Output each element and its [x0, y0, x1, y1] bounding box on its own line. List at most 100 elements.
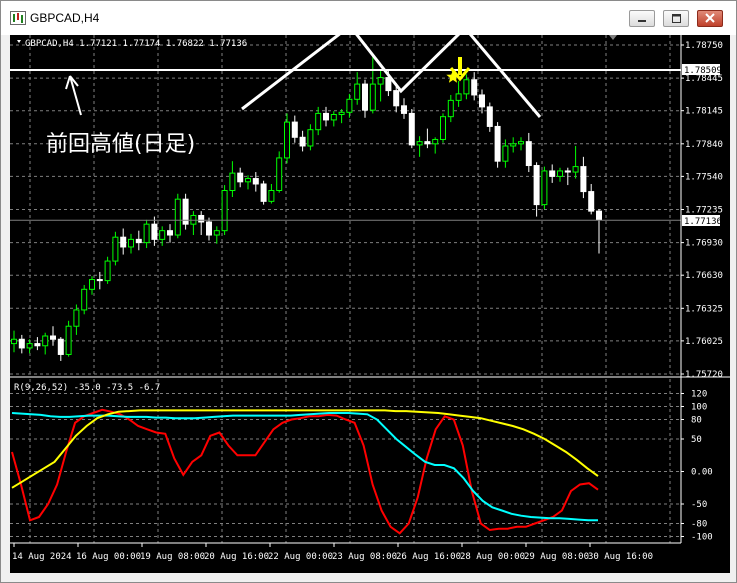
price-tick-label: 1.77840	[685, 140, 723, 150]
candle-body	[198, 214, 205, 223]
price-tick-label: 1.77540	[685, 172, 723, 182]
time-tick-label: 19 Aug 08:00	[140, 552, 205, 562]
svg-text:1.77136: 1.77136	[684, 217, 722, 227]
price-tick-label: 1.78750	[685, 41, 723, 51]
candle-body	[229, 172, 236, 191]
candle-body	[120, 236, 127, 248]
symbol-info: GBPCAD,H4 1.77121 1.77174 1.76822 1.7713…	[25, 39, 247, 49]
candle-body	[57, 338, 64, 355]
candle-body	[440, 116, 446, 140]
candle-body	[73, 309, 80, 327]
shift-marker-icon[interactable]	[609, 35, 617, 40]
candle-body	[11, 338, 17, 345]
candle-body	[557, 170, 563, 177]
candle-body	[549, 170, 556, 177]
candle-body	[50, 335, 56, 340]
candle-body	[291, 121, 298, 138]
time-tick-label: 29 Aug 08:00	[524, 552, 589, 562]
candle-body	[401, 105, 407, 114]
candle-body	[213, 230, 220, 236]
maximize-button[interactable]	[663, 10, 689, 27]
slow-line	[11, 409, 599, 489]
zigzag-drawing[interactable]	[241, 35, 542, 118]
candle-body	[377, 77, 384, 85]
candle-body	[299, 136, 306, 147]
window-title: GBPCAD,H4	[30, 11, 100, 25]
candle-body	[252, 178, 259, 185]
indicator-tick-label: 50	[691, 435, 702, 445]
candle-body	[432, 138, 439, 145]
time-tick-label: 23 Aug 08:00	[332, 552, 397, 562]
time-tick-label: 14 Aug 2024	[12, 552, 72, 562]
candle-body	[81, 288, 88, 311]
candle-body	[159, 230, 166, 240]
candle-body	[369, 83, 376, 111]
candle-body	[245, 178, 251, 183]
restore-icon	[672, 14, 681, 23]
candle-body	[276, 157, 283, 191]
candle-body	[486, 106, 493, 127]
candle-body	[237, 172, 244, 183]
candle-body	[26, 343, 33, 349]
candle-body	[128, 238, 134, 248]
chart-menu-icon[interactable]	[17, 40, 21, 43]
candle-body	[18, 338, 25, 349]
chart-window: GBPCAD,H4 前回高値(日足) GBPCAD,H4 1.77121 1.7…	[0, 0, 737, 583]
candle-body	[143, 223, 150, 244]
candle-body	[260, 183, 267, 202]
candle-body	[307, 129, 314, 147]
candle-body	[518, 141, 524, 145]
candle-body	[34, 343, 41, 347]
candle-body	[330, 113, 337, 121]
chart-canvas[interactable]: 前回高値(日足) GBPCAD,H4 1.77121 1.77174 1.768…	[10, 35, 730, 573]
candle-body	[588, 191, 595, 212]
title-bar[interactable]: GBPCAD,H4	[1, 1, 736, 35]
candle-body	[315, 112, 322, 131]
candle-body	[564, 170, 571, 173]
candle-body	[447, 99, 454, 118]
candle-body	[572, 166, 579, 173]
time-tick-label: 20 Aug 16:00	[204, 552, 269, 562]
candle-body	[416, 141, 423, 146]
price-tick-label: 1.76930	[685, 239, 723, 249]
candle-body	[580, 166, 587, 193]
candle-body	[362, 83, 368, 111]
indicator-tick-label: 0.00	[691, 468, 713, 478]
candle-body	[541, 170, 548, 206]
indicator-tick-label: -80	[691, 520, 707, 530]
candle-body	[135, 238, 142, 244]
candle-body	[104, 260, 111, 282]
close-button[interactable]	[697, 10, 723, 27]
candle-body	[284, 121, 290, 159]
indicator-info: R(9,26,52) -35.0 -73.5 -6.7	[14, 383, 160, 393]
time-tick-label: 30 Aug 16:00	[588, 552, 653, 562]
candle-body	[89, 279, 95, 290]
minimize-button[interactable]	[629, 10, 655, 27]
price-tick-label: 1.76025	[685, 337, 723, 347]
candle-body	[112, 236, 119, 262]
candlestick-series	[10, 55, 681, 361]
candle-body	[471, 79, 478, 96]
candle-body	[42, 335, 49, 347]
candle-body	[533, 165, 540, 206]
price-tick-label: 1.77235	[685, 206, 723, 216]
candle-body	[354, 83, 361, 100]
candle-body	[167, 230, 173, 236]
annotation-label: 前回高値(日足)	[46, 132, 195, 157]
candle-body	[346, 98, 353, 113]
candle-body	[424, 141, 431, 145]
candle-body	[455, 93, 462, 101]
price-tick-label: 1.78145	[685, 107, 723, 117]
price-tick-label: 1.75720	[685, 370, 723, 380]
candle-body	[525, 141, 532, 167]
candle-body	[323, 112, 329, 121]
current-price-tag: 1.77136	[682, 215, 722, 227]
indicator-grid	[10, 379, 681, 543]
time-tick-label: 22 Aug 00:00	[268, 552, 333, 562]
candle-body	[494, 125, 501, 162]
candle-body	[408, 112, 415, 146]
indicator-tick-label: -100	[691, 533, 713, 543]
price-axis: 1.787501.784451.781451.778401.775401.772…	[681, 41, 723, 380]
price-chart[interactable]: 前回高値(日足) GBPCAD,H4 1.77121 1.77174 1.768…	[10, 35, 730, 573]
resistance-price-tag: 1.78509	[682, 64, 722, 76]
